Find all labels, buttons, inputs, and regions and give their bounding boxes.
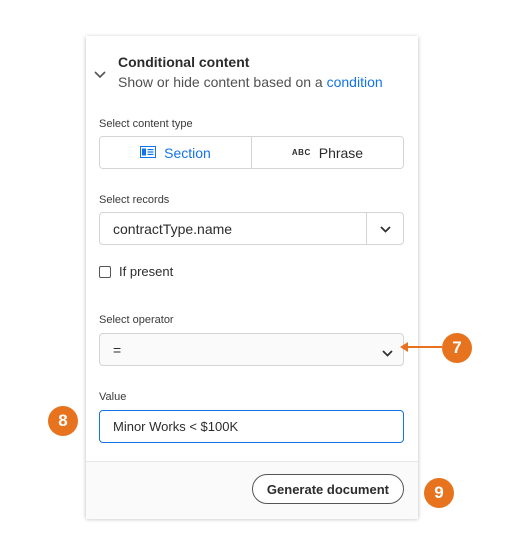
abc-text-icon: ABC [291,148,311,157]
panel-footer: Generate document [86,461,418,519]
records-dropdown-button[interactable] [366,213,403,244]
operator-select[interactable]: = [99,333,404,366]
value-input[interactable] [99,410,404,443]
panel-header: Conditional content Show or hide content… [86,36,418,96]
chevron-down-icon [382,344,393,362]
callout-badge-9: 9 [424,478,454,508]
callout-badge-7: 7 [442,333,472,363]
records-value: contractType.name [113,221,233,237]
condition-link[interactable]: condition [327,74,383,90]
section-icon [140,145,157,161]
section-option-button[interactable]: Section [100,137,252,168]
records-label: Select records [99,194,170,206]
conditional-content-panel: Conditional content Show or hide content… [86,36,418,519]
phrase-option-button[interactable]: ABC Phrase [252,137,403,168]
if-present-checkbox[interactable] [99,265,111,278]
if-present-checkbox-row[interactable]: If present [99,264,173,279]
panel-title: Conditional content [118,54,250,70]
section-option-label: Section [164,144,211,161]
chevron-down-icon [379,220,391,238]
subtitle-text: Show or hide content based on a [118,74,327,90]
operator-value: = [113,342,122,358]
value-label: Value [99,391,127,403]
records-select[interactable]: contractType.name [99,212,404,245]
generate-document-button[interactable]: Generate document [251,474,404,504]
operator-label: Select operator [99,314,174,326]
content-type-selector: Section ABC Phrase [99,136,404,169]
if-present-label: If present [119,264,174,279]
phrase-option-label: Phrase [318,144,364,161]
content-type-label: Select content type [99,118,193,130]
panel-subtitle: Show or hide content based on a conditio… [118,74,383,90]
collapse-chevron-icon[interactable] [94,66,108,79]
callout-arrow-icon [400,342,442,352]
callout-badge-8: 8 [48,406,78,436]
